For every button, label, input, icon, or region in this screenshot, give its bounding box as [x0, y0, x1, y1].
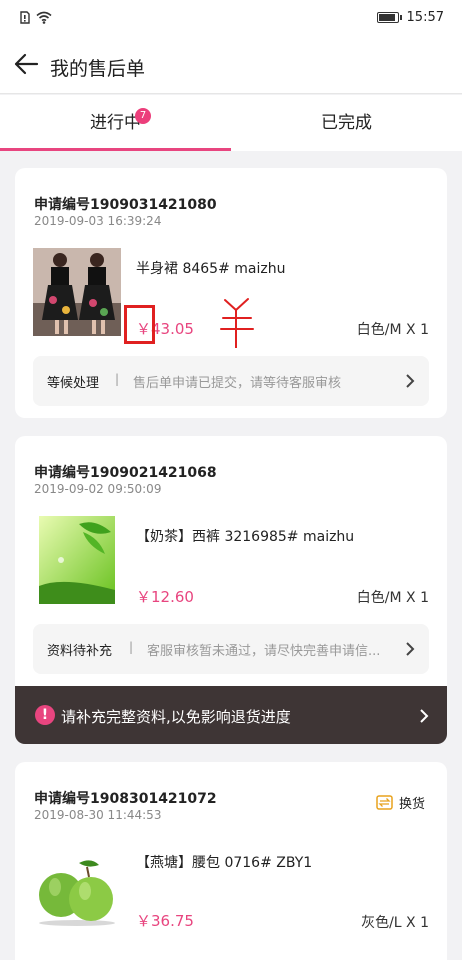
- tab-completed[interactable]: 已完成: [231, 95, 462, 151]
- header: 我的售后单: [0, 36, 462, 94]
- wifi-icon: [36, 11, 52, 24]
- annotation-highlight-box: [124, 305, 155, 344]
- tab-in-progress[interactable]: 进行中 7: [0, 95, 231, 151]
- product-name: 半身裙 8465# maizhu: [136, 261, 286, 277]
- status-row[interactable]: 等候处理 | 售后单申请已提交，请等待客服审核: [33, 356, 429, 406]
- handwritten-yen-annotation: [220, 298, 254, 348]
- status-row[interactable]: 资料待补充 | 客服审核暂未通过，请尽快完善申请信...: [33, 624, 429, 674]
- page-title: 我的售后单: [50, 58, 146, 80]
- status-description: 客服审核暂未通过，请尽快完善申请信...: [147, 644, 381, 659]
- tab-bar: 进行中 7 已完成: [0, 95, 462, 151]
- count-badge: 7: [135, 108, 151, 124]
- product-image: [39, 516, 115, 604]
- warning-icon: !: [35, 705, 55, 725]
- status-label: 资料待补充: [47, 644, 113, 659]
- product-spec: 白色/M X 1: [356, 590, 429, 606]
- status-bar: 15:57: [0, 0, 462, 36]
- order-card[interactable]: 申请编号1909031421080 2019-09-03 16:39:24 半身…: [15, 168, 447, 418]
- tab-label: 进行中: [90, 113, 141, 133]
- order-time: 2019-08-30 11:44:53: [34, 808, 162, 822]
- battery-icon: [376, 12, 402, 23]
- back-arrow-icon[interactable]: [12, 50, 40, 78]
- product-spec: 白色/M X 1: [356, 322, 429, 338]
- order-time: 2019-09-03 16:39:24: [34, 214, 162, 228]
- exchange-badge: 换货: [376, 793, 425, 812]
- chevron-right-icon: [406, 374, 415, 388]
- chevron-right-icon: [420, 709, 429, 723]
- product-name: 【奶茶】西裤 3216985# maizhu: [136, 529, 355, 545]
- tab-label: 已完成: [321, 113, 372, 133]
- clock: 15:57: [406, 10, 444, 25]
- order-time: 2019-09-02 09:50:09: [34, 482, 162, 496]
- alert-banner[interactable]: ! 请补充完整资料,以免影响退货进度: [15, 686, 447, 744]
- product-price: ￥12.60: [136, 588, 194, 606]
- product-image: [33, 855, 121, 927]
- status-description: 售后单申请已提交，请等待客服审核: [133, 376, 342, 391]
- order-number: 申请编号1909021421068: [34, 465, 217, 481]
- exchange-label: 换货: [398, 797, 425, 812]
- exchange-icon: [376, 795, 393, 810]
- product-name: 【燕塘】腰包 0716# ZBY1: [136, 855, 313, 871]
- product-price: ￥36.75: [136, 912, 194, 930]
- order-number: 申请编号1908301421072: [34, 791, 217, 807]
- product-spec: 灰色/L X 1: [361, 915, 429, 931]
- order-number: 申请编号1909031421080: [34, 197, 217, 213]
- sim-icon: [20, 11, 30, 24]
- order-card[interactable]: 申请编号1908301421072 2019-08-30 11:44:53 换货…: [15, 762, 447, 960]
- product-image: [33, 248, 121, 336]
- divider: |: [115, 372, 120, 386]
- divider: |: [129, 640, 134, 654]
- chevron-right-icon: [406, 642, 415, 656]
- status-label: 等候处理: [47, 376, 100, 391]
- tab-indicator: [0, 148, 231, 151]
- alert-text: 请补充完整资料,以免影响退货进度: [61, 708, 291, 726]
